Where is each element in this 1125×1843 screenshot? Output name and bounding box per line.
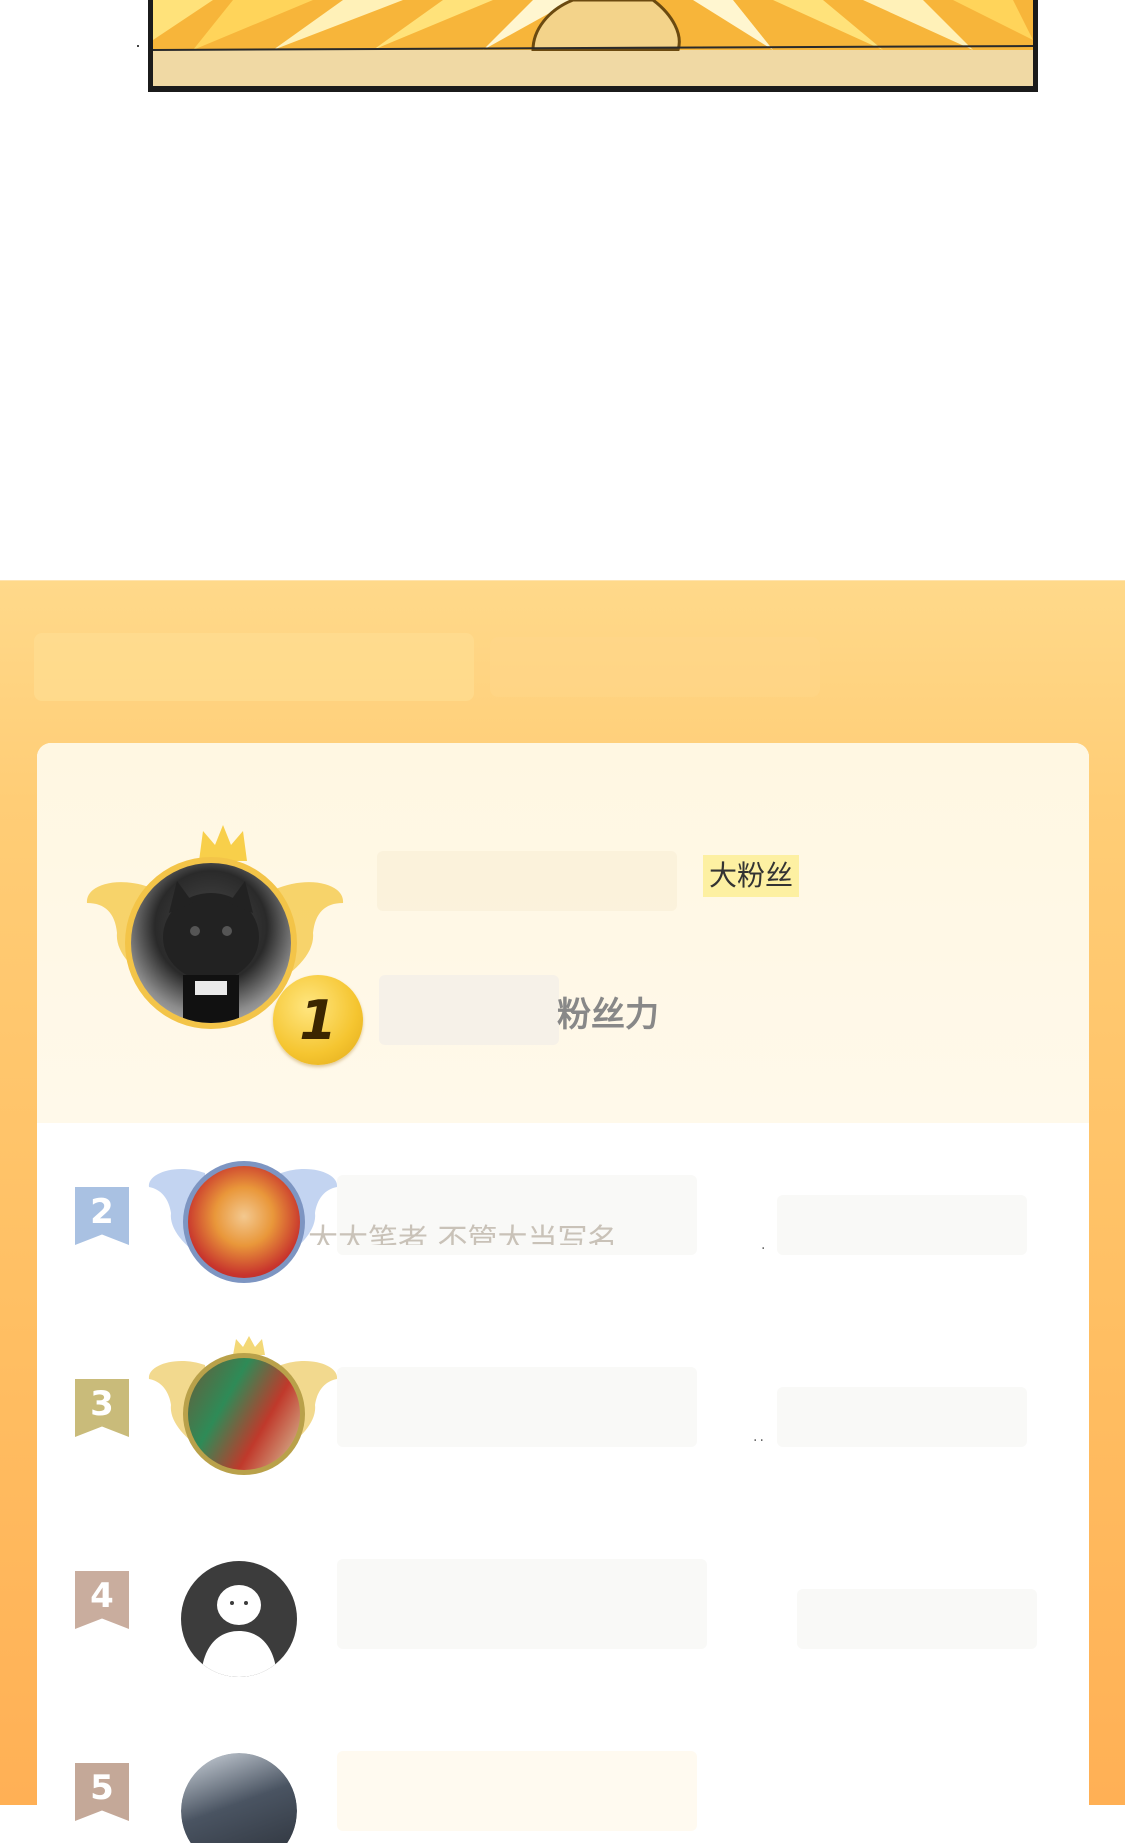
rank-3-name-placeholder bbox=[337, 1367, 697, 1447]
rank-2-avatar-group bbox=[147, 1143, 338, 1293]
rank-row-4[interactable]: 4 bbox=[37, 1519, 1089, 1679]
partial-comment-text: 大大笔者 不管大当写名 bbox=[308, 1223, 618, 1245]
speck bbox=[137, 45, 139, 47]
rank-2-trail: . bbox=[761, 1237, 768, 1253]
rank-flag-5: 5 bbox=[75, 1763, 129, 1821]
first-place-score-placeholder bbox=[379, 975, 559, 1045]
anime-boy-avatar bbox=[188, 1166, 300, 1278]
user-silhouette-icon bbox=[201, 1585, 277, 1677]
rank-flag-3: 3 bbox=[75, 1379, 129, 1437]
rank-2-avatar-ring bbox=[183, 1161, 305, 1283]
ranking-card: 1 大粉丝 粉丝力 2 . 3 .. 4 5 bbox=[37, 743, 1089, 1843]
cat-avatar bbox=[131, 863, 291, 1023]
rank-flag-4: 4 bbox=[75, 1571, 129, 1629]
rank-flag-2: 2 bbox=[75, 1187, 129, 1245]
comic-panel bbox=[148, 0, 1038, 92]
first-place-name-placeholder bbox=[377, 851, 677, 911]
rank-3-avatar-ring bbox=[183, 1353, 305, 1475]
anime-warrior-avatar bbox=[181, 1753, 297, 1843]
rank-5-avatar-group bbox=[181, 1753, 297, 1843]
rank-3-score-placeholder bbox=[777, 1387, 1027, 1447]
rank-3-trail: .. bbox=[753, 1429, 766, 1445]
fan-ranking-panel: 1 大粉丝 粉丝力 2 . 3 .. 4 5 bbox=[0, 580, 1125, 1843]
rank-row-5[interactable]: 5 bbox=[37, 1711, 1089, 1843]
rank-4-score-placeholder bbox=[797, 1589, 1037, 1649]
rank-5-name-placeholder bbox=[337, 1751, 697, 1831]
photo-avatar bbox=[188, 1358, 300, 1470]
fan-power-label: 粉丝力 bbox=[557, 995, 659, 1035]
rank-4-name-placeholder bbox=[337, 1559, 707, 1649]
sunburst-illustration bbox=[153, 0, 1033, 86]
rank-2-score-placeholder bbox=[777, 1195, 1027, 1255]
rank-3-avatar-group bbox=[147, 1335, 338, 1485]
panel-title-placeholder bbox=[34, 633, 474, 701]
panel-subtitle-placeholder bbox=[490, 637, 820, 697]
big-fan-badge: 大粉丝 bbox=[703, 855, 800, 897]
rank-1-coin: 1 bbox=[273, 975, 363, 1065]
first-place-avatar-group[interactable]: 1 bbox=[85, 823, 363, 1065]
default-user-avatar bbox=[181, 1561, 297, 1677]
first-place-avatar-ring bbox=[125, 857, 297, 1029]
rank-row-3[interactable]: 3 .. bbox=[37, 1327, 1089, 1487]
